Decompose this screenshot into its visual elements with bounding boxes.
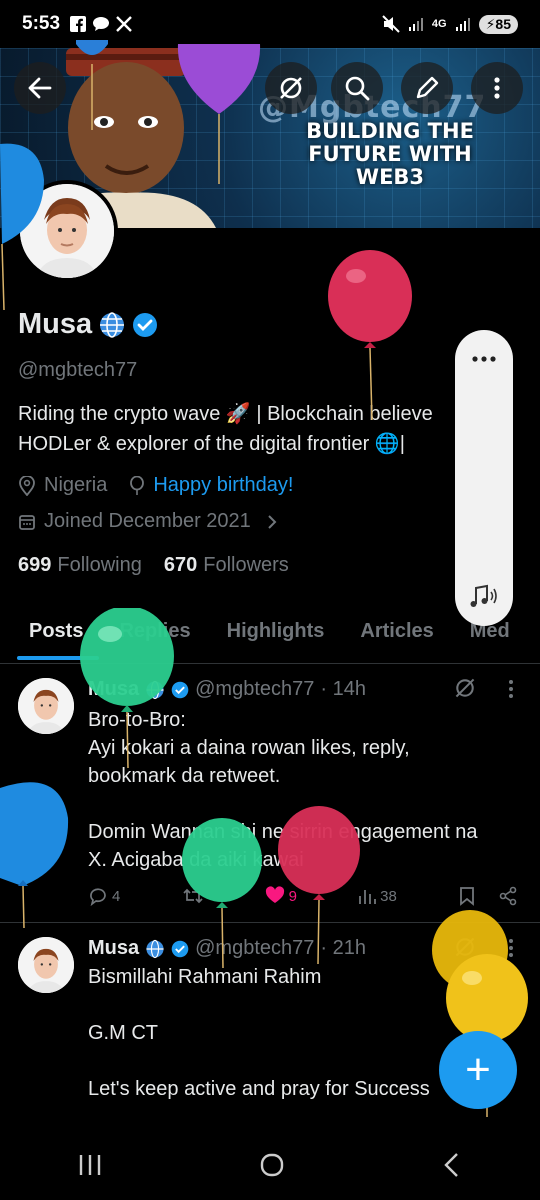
avatar-image — [18, 937, 74, 993]
pencil-icon — [416, 76, 439, 99]
post-author-name[interactable]: Musa — [88, 678, 139, 701]
verified-badge-icon — [171, 940, 189, 957]
more-horizontal-icon[interactable] — [471, 354, 497, 364]
followers-link[interactable]: 670 Followers — [164, 554, 289, 577]
profile-handle: @mgbtech77 — [18, 359, 138, 381]
birthday-link[interactable]: Happy birthday! — [153, 474, 293, 497]
views-button[interactable]: 38 — [358, 887, 397, 905]
status-bar: 5:53 4G ⚡85 — [0, 0, 540, 48]
display-name-text: Musa — [18, 308, 93, 340]
display-name: Musa — [18, 308, 158, 341]
android-nav-bar — [0, 1130, 540, 1200]
tab-articles[interactable]: Articles — [360, 602, 433, 663]
post-more-icon[interactable] — [506, 937, 516, 959]
repost-button[interactable] — [182, 886, 204, 906]
profile-avatar[interactable] — [16, 180, 118, 282]
profile-meta-joined: Joined December 2021 — [18, 510, 279, 533]
like-count: 9 — [288, 887, 297, 905]
followers-count: 670 — [163, 554, 198, 576]
mute-icon — [382, 15, 400, 33]
more-options-button[interactable] — [471, 62, 523, 114]
active-tab-indicator — [17, 656, 99, 660]
post-author-handle: @mgbtech77 — [195, 937, 315, 959]
following-count: 699 — [18, 554, 52, 576]
reply-button[interactable]: 4 — [88, 886, 120, 906]
calendar-icon — [19, 514, 35, 530]
verified-badge-icon — [133, 312, 158, 337]
reply-count: 4 — [112, 887, 121, 905]
balloon-outline-icon — [130, 475, 145, 495]
back-nav-icon[interactable] — [441, 1151, 463, 1179]
following-label: Following — [57, 554, 142, 576]
chevron-right-icon[interactable] — [265, 513, 279, 531]
back-button[interactable] — [14, 62, 66, 114]
tab-posts[interactable]: Posts — [29, 602, 83, 663]
post-header: Musa @mgbtech77 · 21h — [88, 937, 366, 960]
post-more-icon[interactable] — [506, 678, 516, 700]
avatar-image — [20, 184, 114, 278]
verified-badge-icon — [171, 681, 189, 698]
profile-meta-location: Nigeria Happy birthday! — [18, 474, 293, 497]
post-time: · 14h — [320, 678, 366, 700]
signal-icon — [408, 18, 423, 31]
post-author-name[interactable]: Musa — [88, 937, 139, 960]
chat-icon — [93, 17, 110, 31]
music-note-icon[interactable] — [467, 582, 499, 612]
follow-stats: 699 Following 670 Followers — [18, 554, 289, 577]
post-time: · 21h — [320, 937, 366, 959]
globe-icon — [146, 939, 164, 958]
plus-icon: + — [465, 1045, 491, 1094]
floating-media-panel[interactable] — [455, 330, 513, 626]
post-avatar[interactable] — [18, 937, 74, 993]
banner-title: BUILDING THE FUTURE WITH WEB3 — [306, 119, 474, 189]
globe-icon — [100, 311, 125, 338]
joined-date: Joined December 2021 — [44, 510, 251, 532]
compose-post-button[interactable]: + — [439, 1031, 517, 1109]
globe-icon — [146, 680, 164, 699]
notification-icons — [70, 16, 132, 32]
followers-label: Followers — [203, 554, 289, 576]
post-text: Bro-to-Bro: Ayi kokari a daina rowan lik… — [88, 709, 478, 871]
reply-icon — [90, 888, 106, 906]
system-icons: 4G ⚡85 — [382, 14, 518, 34]
grok-button[interactable] — [265, 62, 317, 114]
balloon-red-profile — [328, 250, 412, 420]
arrow-left-icon — [28, 77, 52, 99]
more-vertical-icon — [494, 77, 500, 99]
search-button[interactable] — [331, 62, 383, 114]
post-header: Musa @mgbtech77 · 14h — [88, 678, 366, 701]
share-icon[interactable] — [498, 886, 518, 906]
heart-icon — [265, 886, 284, 903]
bookmark-icon[interactable] — [458, 886, 476, 906]
facebook-icon — [70, 16, 87, 32]
recent-apps-icon[interactable] — [77, 1153, 103, 1177]
like-button[interactable]: 9 — [265, 886, 297, 906]
search-icon — [345, 76, 370, 101]
tab-highlights[interactable]: Highlights — [227, 602, 325, 663]
network-type: 4G — [431, 18, 447, 30]
post-avatar[interactable] — [18, 678, 74, 734]
location-text: Nigeria — [44, 474, 108, 496]
repost-icon — [182, 888, 203, 904]
home-icon[interactable] — [258, 1151, 286, 1179]
post-author-handle: @mgbtech77 — [195, 678, 315, 700]
following-link[interactable]: 699 Following — [18, 554, 142, 577]
grok-icon — [280, 77, 302, 99]
view-count: 38 — [380, 887, 397, 905]
signal-icon-2 — [455, 18, 470, 31]
location-pin-icon — [19, 475, 35, 496]
grok-icon[interactable] — [453, 935, 477, 959]
battery-indicator: ⚡85 — [478, 14, 518, 34]
x-logo-icon — [116, 16, 132, 32]
grok-icon[interactable] — [453, 676, 477, 700]
views-chart-icon — [359, 890, 377, 904]
edit-button[interactable] — [401, 62, 453, 114]
post-item[interactable]: Musa @mgbtech77 · 14h Bro-to-Bro: Ayi ko… — [0, 664, 540, 922]
post-actions: 4 9 38 — [88, 886, 518, 906]
avatar-image — [18, 678, 74, 734]
tab-replies[interactable]: Replies — [119, 602, 190, 663]
status-time: 5:53 — [22, 13, 61, 34]
